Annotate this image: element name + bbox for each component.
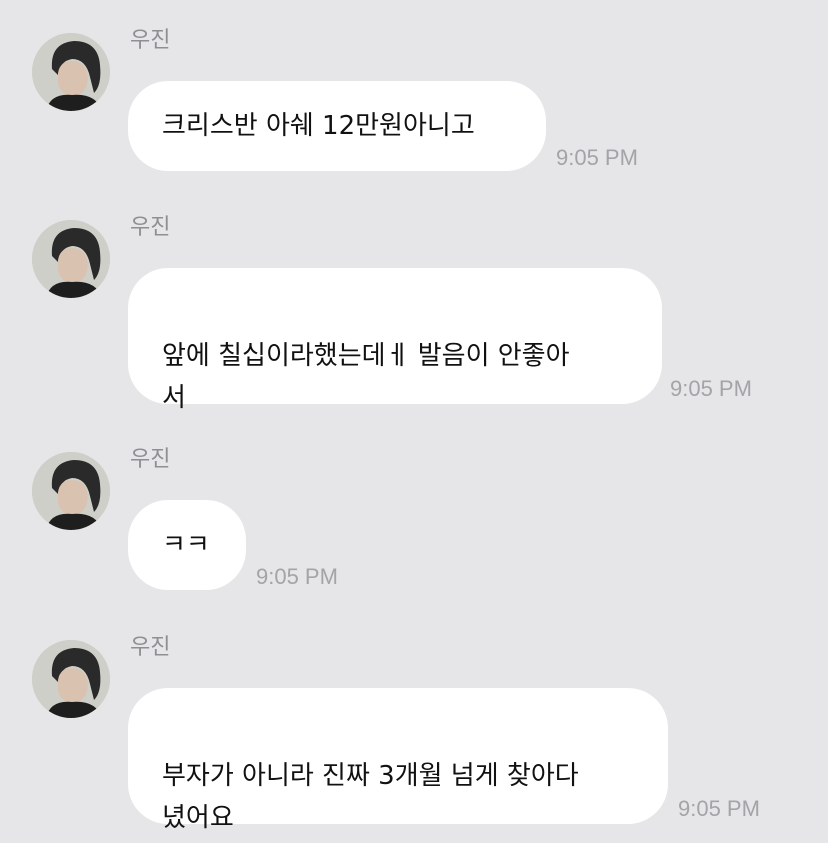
message-timestamp: 9:05 PM [256, 564, 338, 589]
message-text: ㅋㅋ [162, 530, 210, 560]
message-timestamp: 9:05 PM [670, 376, 752, 401]
message-timestamp: 9:05 PM [678, 796, 760, 821]
profile-photo-icon [32, 33, 110, 111]
sender-name: 우진 [130, 28, 171, 53]
message-bubble[interactable]: 부자가 아니라 진짜 3개월 넘게 찾아다 녔어요 [128, 688, 668, 833]
profile-photo-icon [32, 640, 110, 718]
profile-photo-icon [32, 452, 110, 530]
message-text: 크리스반 아쉐 12만원아니고 [162, 111, 475, 141]
message-bubble[interactable]: 크리스반 아쉐 12만원아니고 [128, 81, 546, 171]
message-text: 부자가 아니라 진짜 3개월 넘게 찾아다 녔어요 [162, 761, 579, 833]
avatar[interactable] [32, 220, 110, 298]
message-timestamp: 9:05 PM [556, 145, 638, 170]
sender-name: 우진 [130, 215, 171, 240]
avatar[interactable] [32, 640, 110, 718]
message-text: 앞에 칠십이라했는데ㅔ 발음이 안좋아 서 [162, 341, 570, 413]
profile-photo-icon [32, 220, 110, 298]
sender-name: 우진 [130, 447, 171, 472]
message-bubble[interactable]: 앞에 칠십이라했는데ㅔ 발음이 안좋아 서 [128, 268, 662, 413]
sender-name: 우진 [130, 635, 171, 660]
avatar[interactable] [32, 452, 110, 530]
message-bubble[interactable]: ㅋㅋ [128, 500, 246, 590]
avatar[interactable] [32, 33, 110, 111]
